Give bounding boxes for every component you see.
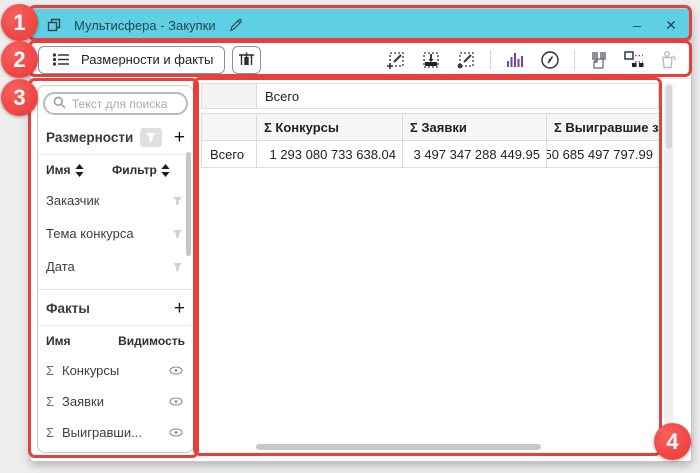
- table-corner-cell: [201, 83, 257, 109]
- facts-title: Факты: [46, 301, 90, 316]
- view-settings-icon: [236, 49, 258, 71]
- fact-name: Конкурсы: [62, 363, 169, 378]
- toolbar-separator: [490, 50, 491, 70]
- view-settings-button[interactable]: [232, 46, 261, 74]
- sort-icon: [75, 164, 84, 177]
- select-area-star-icon[interactable]: [455, 49, 477, 71]
- name-column-label: Имя: [46, 163, 71, 177]
- close-button[interactable]: ✕: [663, 18, 679, 32]
- titlebar: Мультисфера - Закупки – ✕: [31, 9, 691, 41]
- facts-column-headers: Имя Видимость: [38, 325, 193, 355]
- dimension-name: Заказчик: [46, 193, 99, 208]
- dimension-row[interactable]: Заказчик: [38, 184, 193, 217]
- search-input[interactable]: [72, 97, 178, 111]
- app-window-icon: [43, 14, 65, 36]
- facts-name-header: Имя: [46, 334, 118, 348]
- fact-row[interactable]: Σ Конкурсы: [38, 355, 193, 386]
- dimension-name: Дата: [46, 259, 75, 274]
- copy-sheets-icon[interactable]: [588, 49, 610, 71]
- list-icon: [50, 49, 72, 71]
- rename-pencil-icon[interactable]: [225, 14, 247, 36]
- annotation-badge-1: 1: [1, 4, 38, 41]
- fact-row[interactable]: Σ Экономия: [38, 448, 193, 453]
- table-data-row[interactable]: Всего 1 293 080 733 638.04 3 497 347 288…: [201, 141, 659, 168]
- dimension-row[interactable]: Дата: [38, 250, 193, 283]
- annotation-badge-2: 2: [1, 41, 38, 78]
- pivot-table: Всего Σ Конкурсы Σ Заявки Σ Выигравшие з…: [201, 83, 659, 168]
- visibility-eye-icon[interactable]: [169, 397, 183, 406]
- minimize-button[interactable]: –: [629, 18, 645, 32]
- window-title: Мультисфера - Закупки: [74, 18, 216, 33]
- fact-name: Заявки: [62, 394, 169, 409]
- fact-row[interactable]: Σ Заявки: [38, 386, 193, 417]
- value-cell: 3 497 347 288 449.95: [403, 141, 547, 168]
- value-cell: 1 293 080 733 638.04: [257, 141, 403, 168]
- annotation-badge-3: 3: [1, 79, 38, 116]
- dimensions-filter-sort[interactable]: Фильтр: [112, 163, 170, 177]
- bar-chart-icon[interactable]: [504, 49, 526, 71]
- app-window: Мультисфера - Закупки – ✕ Размерности и …: [30, 8, 692, 462]
- facts-section-header: Факты +: [38, 290, 193, 325]
- toolbar: Размерности и факты: [31, 41, 691, 79]
- facts-visibility-header: Видимость: [118, 334, 185, 348]
- fact-row[interactable]: Σ Выигравши...: [38, 417, 193, 448]
- dimensions-facts-panel: Размерности + Имя Фильтр Заказчик: [37, 85, 194, 453]
- toolbar-separator: [574, 50, 575, 70]
- annotation-badge-4: 4: [654, 423, 691, 460]
- column-header[interactable]: Σ Выигравшие заявки: [547, 113, 659, 141]
- select-area-add-icon[interactable]: [385, 49, 407, 71]
- dimensions-name-sort[interactable]: Имя: [46, 163, 112, 177]
- sidebar-scrollbar-thumb[interactable]: [186, 152, 191, 256]
- table-vertical-scrollbar-thumb[interactable]: [666, 85, 672, 149]
- row-funnel-icon[interactable]: [172, 262, 183, 272]
- table-total-span-header[interactable]: Всего: [257, 83, 659, 109]
- delete-disabled-icon: [658, 49, 680, 71]
- dimensions-facts-button[interactable]: Размерности и факты: [38, 46, 225, 74]
- column-header[interactable]: Σ Конкурсы: [257, 113, 403, 141]
- visibility-eye-icon[interactable]: [169, 366, 183, 375]
- row-funnel-icon[interactable]: [172, 196, 183, 206]
- sigma-icon: Σ: [46, 363, 62, 378]
- dimensions-filter-button[interactable]: [140, 128, 162, 147]
- row-header-cell: Всего: [201, 141, 257, 168]
- dimension-row[interactable]: Тема конкурса: [38, 217, 193, 250]
- dimension-name: Тема конкурса: [46, 226, 134, 241]
- window-controls: – ✕: [629, 18, 679, 32]
- visibility-eye-icon[interactable]: [169, 428, 183, 437]
- table-top-header-row: Всего: [201, 83, 659, 109]
- fact-name: Выигравши...: [62, 425, 169, 440]
- filter-column-label: Фильтр: [112, 163, 157, 177]
- table-corner-cell: [201, 113, 257, 141]
- dimensions-title: Размерности: [46, 130, 133, 145]
- screenshot-canvas: Мультисфера - Закупки – ✕ Размерности и …: [0, 0, 700, 473]
- dimensions-facts-label: Размерности и факты: [81, 52, 213, 67]
- table-vertical-scrollbar[interactable]: [664, 83, 673, 453]
- search-box[interactable]: [43, 92, 188, 115]
- dimensions-column-headers: Имя Фильтр: [38, 154, 193, 184]
- value-cell: 1 150 685 497 797.99: [547, 141, 659, 168]
- toolbar-right-icons: [385, 49, 684, 71]
- sigma-icon: Σ: [46, 394, 62, 409]
- table-horizontal-scrollbar-thumb[interactable]: [256, 444, 541, 450]
- table-column-header-row: Σ Конкурсы Σ Заявки Σ Выигравшие заявки: [201, 113, 659, 141]
- sort-icon: [161, 164, 170, 177]
- search-icon: [53, 96, 66, 112]
- sigma-icon: Σ: [46, 425, 62, 440]
- add-fact-button[interactable]: +: [174, 299, 185, 318]
- dimensions-section-header: Размерности +: [38, 119, 193, 154]
- insert-bottom-icon[interactable]: [420, 49, 442, 71]
- add-dimension-button[interactable]: +: [174, 128, 185, 147]
- row-funnel-icon[interactable]: [172, 229, 183, 239]
- hierarchy-icon[interactable]: [623, 49, 645, 71]
- gauge-icon[interactable]: [539, 49, 561, 71]
- column-header[interactable]: Σ Заявки: [403, 113, 547, 141]
